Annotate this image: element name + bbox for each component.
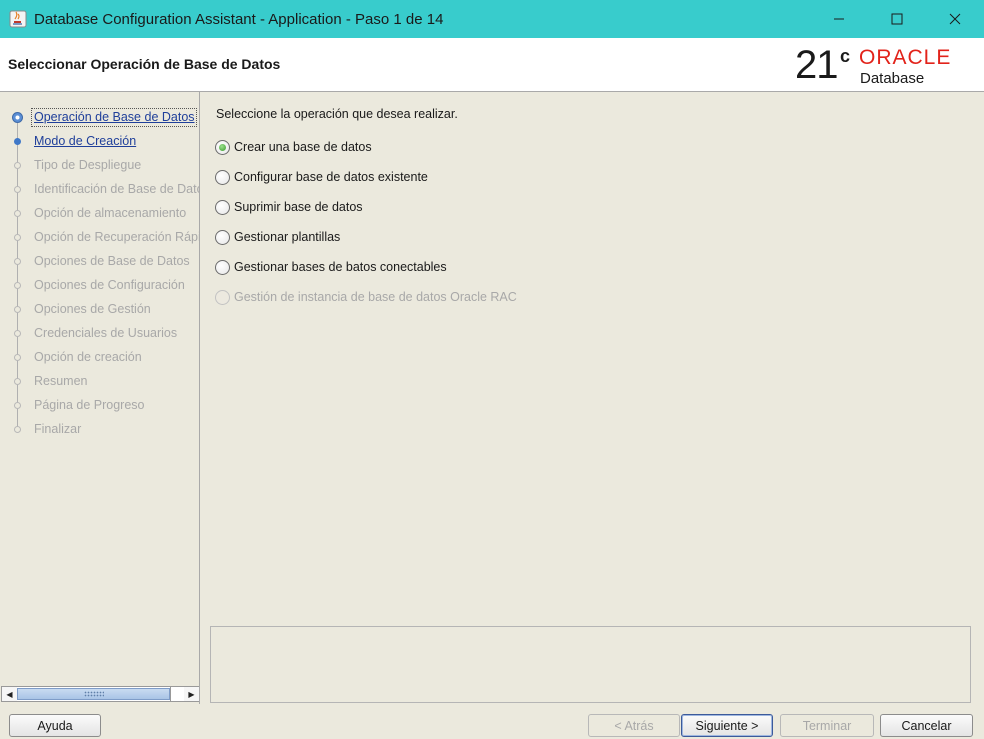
step-pending-icon bbox=[14, 354, 21, 361]
step-label: Opción de creación bbox=[34, 350, 142, 364]
step-label: Tipo de Despliegue bbox=[34, 158, 142, 172]
step-pending-icon bbox=[14, 306, 21, 313]
steps-sidebar: Operación de Base de Datos Modo de Creac… bbox=[0, 92, 200, 704]
option-label[interactable]: Crear una base de datos bbox=[234, 140, 372, 154]
option-label[interactable]: Configurar base de datos existente bbox=[234, 170, 428, 184]
button-bar: Ayuda < Atrás Siguiente > Terminar Cance… bbox=[0, 704, 984, 739]
step-pending-icon bbox=[14, 378, 21, 385]
step-opciones-gestion: Opciones de Gestión bbox=[0, 300, 199, 320]
option-label[interactable]: Gestionar plantillas bbox=[234, 230, 340, 244]
step-label: Modo de Creación bbox=[34, 134, 137, 148]
step-pagina-progreso: Página de Progreso bbox=[0, 396, 199, 416]
minimize-button[interactable] bbox=[810, 0, 868, 38]
step-resumen: Resumen bbox=[0, 372, 199, 392]
radio-unchecked-icon[interactable] bbox=[215, 170, 230, 185]
step-label: Identificación de Base de Datos bbox=[34, 182, 200, 196]
title-bar: Database Configuration Assistant - Appli… bbox=[0, 0, 984, 38]
scroll-right-arrow-icon[interactable]: ▶ bbox=[184, 687, 199, 701]
step-label: Opción de almacenamiento bbox=[34, 206, 187, 220]
step-pending-icon bbox=[14, 282, 21, 289]
radio-unchecked-icon[interactable] bbox=[215, 230, 230, 245]
radio-checked-icon[interactable] bbox=[215, 140, 230, 155]
step-modo-creacion[interactable]: Modo de Creación bbox=[0, 132, 199, 152]
step-label: Resumen bbox=[34, 374, 88, 388]
step-label: Finalizar bbox=[34, 422, 82, 436]
radio-unchecked-icon[interactable] bbox=[215, 260, 230, 275]
step-label: Opciones de Configuración bbox=[34, 278, 185, 292]
help-button[interactable]: Ayuda bbox=[9, 714, 101, 737]
operation-prompt: Seleccione la operación que desea realiz… bbox=[216, 107, 458, 121]
finish-button: Terminar bbox=[780, 714, 874, 737]
page-header: Seleccionar Operación de Base de Datos 2… bbox=[0, 38, 984, 92]
step-opcion-creacion: Opción de creación bbox=[0, 348, 199, 368]
maximize-button[interactable] bbox=[868, 0, 926, 38]
step-done-icon bbox=[14, 138, 21, 145]
sidebar-horizontal-scrollbar[interactable]: ◀ ▶ bbox=[1, 686, 199, 702]
description-panel bbox=[210, 626, 971, 703]
radio-disabled-icon bbox=[215, 290, 230, 305]
step-pending-icon bbox=[14, 258, 21, 265]
scroll-grip-icon bbox=[84, 691, 104, 697]
option-label[interactable]: Suprimir base de datos bbox=[234, 200, 363, 214]
window-title: Database Configuration Assistant - Appli… bbox=[34, 10, 444, 28]
step-finalizar: Finalizar bbox=[0, 420, 199, 440]
page-title: Seleccionar Operación de Base de Datos bbox=[8, 56, 281, 72]
option-label[interactable]: Gestionar bases de batos conectables bbox=[234, 260, 447, 274]
step-pending-icon bbox=[14, 210, 21, 217]
option-label: Gestión de instancia de base de datos Or… bbox=[234, 290, 517, 304]
step-pending-icon bbox=[14, 234, 21, 241]
step-credenciales: Credenciales de Usuarios bbox=[0, 324, 199, 344]
step-recuperacion-rapida: Opción de Recuperación Rápida bbox=[0, 228, 200, 248]
step-pending-icon bbox=[14, 186, 21, 193]
maximize-icon bbox=[891, 13, 903, 25]
step-pending-icon bbox=[14, 330, 21, 337]
step-label: Opciones de Base de Datos bbox=[34, 254, 190, 268]
step-operacion-base-datos[interactable]: Operación de Base de Datos bbox=[0, 108, 199, 128]
step-label: Credenciales de Usuarios bbox=[34, 326, 178, 340]
step-pending-icon bbox=[14, 402, 21, 409]
step-tipo-despliegue: Tipo de Despliegue bbox=[0, 156, 199, 176]
scroll-thumb[interactable] bbox=[17, 688, 170, 700]
logo-brand: ORACLE bbox=[859, 46, 952, 69]
minimize-icon bbox=[834, 18, 844, 20]
step-label: Opciones de Gestión bbox=[34, 302, 151, 316]
logo-version-suffix: c bbox=[840, 46, 851, 66]
step-pending-icon bbox=[14, 426, 21, 433]
logo-product: Database bbox=[860, 70, 925, 87]
cancel-button[interactable]: Cancelar bbox=[880, 714, 973, 737]
step-almacenamiento: Opción de almacenamiento bbox=[0, 204, 199, 224]
window-controls bbox=[810, 0, 984, 38]
main-panel: Seleccione la operación que desea realiz… bbox=[201, 92, 984, 704]
step-current-icon bbox=[12, 112, 23, 123]
back-button: < Atrás bbox=[588, 714, 680, 737]
scroll-left-arrow-icon[interactable]: ◀ bbox=[2, 687, 17, 701]
oracle-database-logo: 21 c ORACLE Database bbox=[795, 42, 975, 90]
step-label: Opción de Recuperación Rápida bbox=[34, 230, 200, 244]
step-opciones-base-datos: Opciones de Base de Datos bbox=[0, 252, 199, 272]
radio-unchecked-icon[interactable] bbox=[215, 200, 230, 215]
close-button[interactable] bbox=[926, 0, 984, 38]
close-icon bbox=[949, 13, 961, 25]
step-label: Página de Progreso bbox=[34, 398, 145, 412]
step-identificacion: Identificación de Base de Datos bbox=[0, 180, 200, 200]
step-opciones-configuracion: Opciones de Configuración bbox=[0, 276, 199, 296]
step-pending-icon bbox=[14, 162, 21, 169]
scroll-track-end[interactable] bbox=[170, 687, 185, 701]
logo-version: 21 bbox=[795, 43, 838, 87]
next-button[interactable]: Siguiente > bbox=[681, 714, 773, 737]
java-app-icon bbox=[9, 10, 27, 28]
step-label: Operación de Base de Datos bbox=[34, 110, 195, 124]
